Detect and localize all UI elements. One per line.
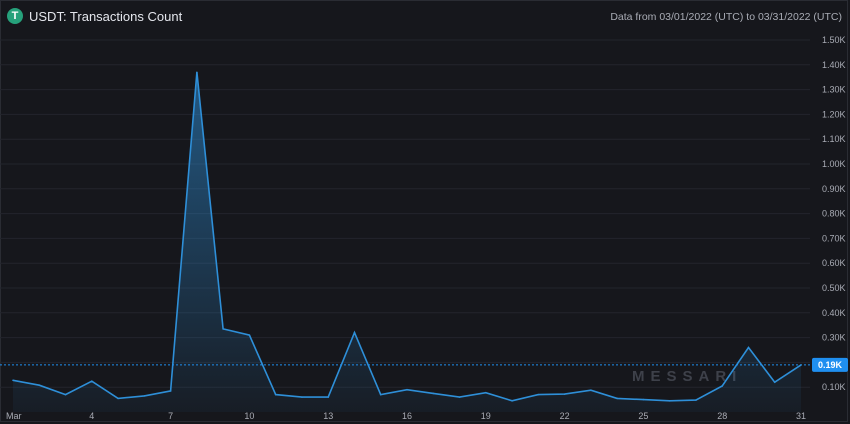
current-value-badge: 0.19K — [812, 357, 848, 372]
data-point — [458, 396, 461, 398]
data-point — [222, 328, 224, 330]
data-point — [616, 397, 618, 400]
data-point — [38, 384, 41, 387]
current-value-label: 0.19K — [818, 360, 843, 370]
data-point — [196, 71, 198, 74]
y-tick-label: 0.70K — [822, 233, 846, 243]
grid-lines — [0, 39, 810, 388]
data-point — [301, 396, 303, 398]
x-tick-label: 28 — [717, 411, 727, 421]
data-point — [248, 334, 251, 336]
series-line — [12, 72, 802, 402]
data-point — [773, 381, 776, 384]
x-tick-label: 25 — [638, 411, 648, 421]
x-axis-ticks: Mar 4 7 10 13 16 19 22 25 28 31 — [6, 411, 806, 421]
data-point — [511, 400, 513, 402]
x-tick-label: 13 — [323, 411, 333, 421]
y-tick-label: 1.40K — [822, 60, 846, 70]
series-area — [13, 72, 801, 412]
x-tick-label: 4 — [89, 411, 94, 421]
x-tick-label: 22 — [560, 411, 570, 421]
x-tick-label: 7 — [168, 411, 173, 421]
data-point — [642, 398, 645, 401]
data-point — [274, 393, 277, 396]
data-point — [117, 397, 119, 400]
data-point — [379, 393, 382, 396]
data-points — [12, 71, 802, 402]
y-tick-label: 0.90K — [822, 184, 846, 194]
data-point — [143, 395, 146, 397]
y-tick-label: 1.00K — [822, 159, 846, 169]
data-point — [327, 396, 330, 398]
x-tick-label: 19 — [481, 411, 491, 421]
y-axis-ticks: 0.10K0.20K0.30K0.40K0.50K0.60K0.70K0.80K… — [822, 35, 846, 392]
x-tick-label: Mar — [6, 411, 22, 421]
data-point — [537, 393, 540, 396]
data-point — [590, 389, 592, 391]
y-tick-label: 0.30K — [822, 333, 846, 343]
x-tick-label: 31 — [796, 411, 806, 421]
y-tick-label: 1.20K — [822, 109, 846, 119]
data-point — [563, 393, 566, 395]
data-point — [169, 390, 172, 392]
data-point — [64, 393, 67, 396]
data-point — [406, 388, 408, 391]
y-tick-label: 0.80K — [822, 209, 846, 219]
data-point — [747, 346, 750, 349]
data-point — [432, 392, 435, 395]
data-point — [695, 399, 697, 401]
y-tick-label: 0.60K — [822, 258, 846, 268]
x-tick-label: 16 — [402, 411, 412, 421]
data-point — [721, 385, 723, 387]
y-tick-label: 1.30K — [822, 85, 846, 95]
data-point — [91, 380, 93, 383]
data-point — [485, 391, 487, 394]
data-point — [12, 379, 14, 382]
x-tick-label: 10 — [244, 411, 254, 421]
chart-svg[interactable]: MESSARI 0.10K0.20K0.30K0.40K0.50K0.60K0.… — [0, 0, 850, 424]
data-point — [800, 364, 802, 366]
y-tick-label: 0.40K — [822, 308, 846, 318]
data-point — [353, 331, 356, 334]
y-tick-label: 1.50K — [822, 35, 846, 45]
y-tick-label: 1.10K — [822, 134, 846, 144]
y-tick-label: 0.50K — [822, 283, 846, 293]
data-point — [668, 400, 671, 402]
y-tick-label: 0.10K — [822, 382, 846, 392]
